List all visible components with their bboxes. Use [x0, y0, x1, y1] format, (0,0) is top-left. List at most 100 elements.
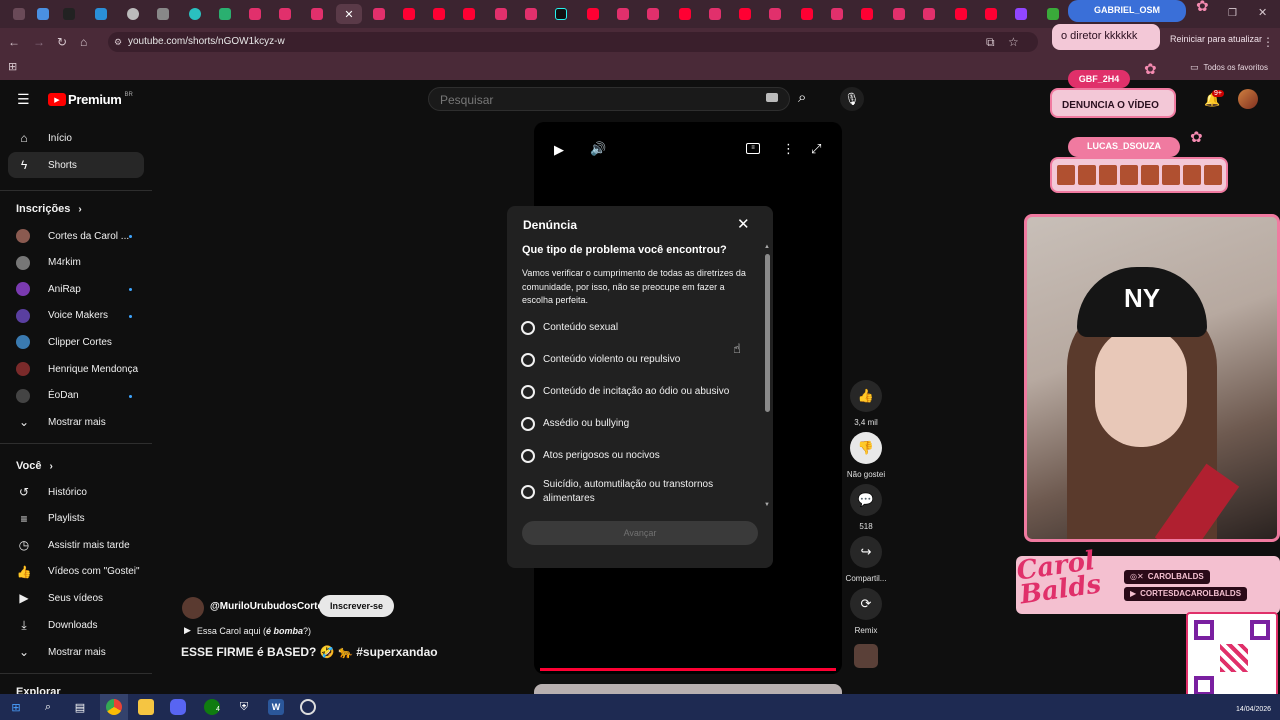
play-icon[interactable]: ▶	[554, 142, 564, 158]
radio-button[interactable]	[521, 353, 535, 367]
tab-tiktok[interactable]	[548, 4, 574, 24]
sidebar-item-shorts[interactable]: ϟ Shorts	[16, 157, 77, 173]
tab-instagram-8[interactable]	[640, 4, 666, 24]
tab-instagram-6[interactable]	[518, 4, 544, 24]
site-info-icon[interactable]: ⚙	[114, 35, 122, 49]
tab-youtube-3[interactable]	[456, 4, 482, 24]
tab-instagram-9[interactable]	[702, 4, 728, 24]
tab-instagram-5[interactable]	[488, 4, 514, 24]
audio-thumbnail[interactable]	[854, 644, 878, 668]
word-icon[interactable]: W	[268, 699, 284, 715]
discord-icon[interactable]	[170, 699, 186, 715]
bookmark-star-icon[interactable]: ☆	[1008, 35, 1019, 49]
sidebar-item-home[interactable]: ⌂ Início	[16, 130, 72, 146]
sidebar-item-subscription[interactable]: Cortes da Carol ...	[16, 228, 129, 244]
you-header[interactable]: Você ›	[16, 460, 53, 472]
radio-button[interactable]	[521, 417, 535, 431]
tab-youtube-9[interactable]	[948, 4, 974, 24]
tab-4[interactable]	[120, 4, 146, 24]
search-taskbar-icon[interactable]: ⌕	[40, 699, 56, 715]
hamburger-menu-icon[interactable]: ☰	[17, 91, 30, 108]
remix-action[interactable]: ⟳ Remix	[850, 588, 882, 635]
fullscreen-icon[interactable]: ⤢	[811, 141, 821, 157]
tab-twitch[interactable]	[1008, 4, 1034, 24]
tab-search-icon[interactable]	[6, 4, 32, 24]
tab-instagram-7[interactable]	[610, 4, 636, 24]
keyboard-icon[interactable]	[766, 93, 778, 102]
tab-youtube-5[interactable]	[672, 4, 698, 24]
sidebar-item-subscription[interactable]: AniRap	[16, 281, 81, 297]
security-shield-icon[interactable]: ⛨	[236, 699, 252, 715]
task-view-icon[interactable]: ▤	[72, 699, 88, 715]
share-action[interactable]: ↪ Compartil...	[846, 536, 886, 583]
tab-instagram-2[interactable]	[272, 4, 298, 24]
sidebar-item-subscription[interactable]: Henrique Mendonça	[16, 361, 138, 377]
radio-button[interactable]	[521, 449, 535, 463]
search-icon[interactable]: ⌕	[798, 89, 806, 106]
tab-2[interactable]	[56, 4, 82, 24]
tab-green[interactable]	[1040, 4, 1066, 24]
window-restore-icon[interactable]: ❐	[1228, 7, 1237, 21]
back-arrow-icon[interactable]: ←	[8, 35, 20, 49]
all-bookmarks-folder[interactable]: ▭ Todos os favoritos	[1190, 62, 1268, 73]
subscribe-button[interactable]: Inscrever-se	[319, 595, 395, 617]
sidebar-item-clock[interactable]: ◷ Assistir mais tarde	[16, 537, 130, 553]
browser-menu-icon[interactable]: ⋮	[1262, 35, 1274, 49]
radio-button[interactable]	[521, 485, 535, 499]
tab-youtube-8[interactable]	[854, 4, 880, 24]
tab-youtube-1[interactable]	[396, 4, 422, 24]
youtube-logo[interactable]: ▶ Premium BR	[48, 92, 133, 107]
sidebar-item-subscription[interactable]: ÉoDan	[16, 388, 79, 404]
tab-instagram-3[interactable]	[304, 4, 330, 24]
tab-active-close-icon[interactable]: ✕	[336, 4, 362, 24]
volume-icon[interactable]: 🔊	[590, 141, 606, 157]
scroll-down-icon[interactable]: ▼	[764, 502, 770, 508]
microphone-icon[interactable]: 🎙	[840, 87, 864, 111]
video-progress-track[interactable]	[540, 668, 836, 671]
report-option[interactable]: Assédio ou bullying	[521, 417, 741, 431]
chrome-icon[interactable]	[106, 699, 122, 715]
tab-instagram-4[interactable]	[366, 4, 392, 24]
report-option[interactable]: Suicídio, automutilação ou transtornos a…	[521, 478, 741, 506]
report-option[interactable]: Conteúdo sexual	[521, 321, 741, 335]
next-short-preview[interactable]	[534, 684, 842, 694]
tab-5[interactable]	[150, 4, 176, 24]
scroll-up-icon[interactable]: ▲	[764, 244, 770, 250]
radio-button[interactable]	[521, 385, 535, 399]
tab-youtube-4[interactable]	[580, 4, 606, 24]
sidebar-item-video[interactable]: ▶ Seus vídeos	[16, 590, 103, 606]
sidebar-item-subscription[interactable]: M4rkim	[16, 255, 81, 271]
search-input[interactable]: Pesquisar	[428, 87, 790, 111]
reload-icon[interactable]: ↻	[57, 35, 67, 49]
apps-grid-icon[interactable]: ⊞	[8, 60, 17, 74]
tab-instagram-11[interactable]	[824, 4, 850, 24]
tab-youtube-2[interactable]	[426, 4, 452, 24]
tab-3[interactable]	[88, 4, 114, 24]
audio-track[interactable]: ▶ Essa Carol aqui (é bomba?)	[184, 625, 311, 636]
more-options-icon[interactable]: ⋮	[782, 141, 795, 157]
tab-youtube-10[interactable]	[978, 4, 1004, 24]
dislike-action[interactable]: 👎 Não gostei	[847, 432, 885, 479]
home-browser-icon[interactable]: ⌂	[80, 35, 87, 49]
subscriptions-header[interactable]: Inscrições ›	[16, 203, 82, 215]
comments-action[interactable]: 💬 518	[850, 484, 882, 531]
channel-name[interactable]: @MuriloUrubudosCortes	[210, 601, 329, 612]
update-button[interactable]: Reiniciar para atualizar	[1170, 34, 1262, 44]
tab-6[interactable]	[182, 4, 208, 24]
sidebar-item-subscription[interactable]: Clipper Cortes	[16, 334, 112, 350]
tab-7[interactable]	[212, 4, 238, 24]
tab-instagram-12[interactable]	[886, 4, 912, 24]
user-avatar[interactable]	[1238, 89, 1258, 109]
address-bar[interactable]: youtube.com/shorts/nGOW1kcyz-w	[108, 32, 1038, 52]
forward-arrow-icon[interactable]: →	[33, 35, 45, 49]
install-app-icon[interactable]: ⧉	[986, 35, 995, 49]
windows-start-icon[interactable]: ⊞	[8, 699, 24, 715]
sidebar-item-download[interactable]: ⤓ Downloads	[16, 617, 97, 633]
sidebar-item-thumbs-up[interactable]: 👍 Vídeos com "Gostei"	[16, 564, 140, 580]
close-icon[interactable]: ✕	[737, 215, 750, 233]
file-explorer-icon[interactable]	[138, 699, 154, 715]
report-option[interactable]: Atos perigosos ou nocivos	[521, 449, 741, 463]
sidebar-item-history[interactable]: ↺ Histórico	[16, 484, 87, 500]
channel-avatar[interactable]	[182, 597, 204, 619]
captions-icon[interactable]: ≡	[746, 143, 760, 154]
